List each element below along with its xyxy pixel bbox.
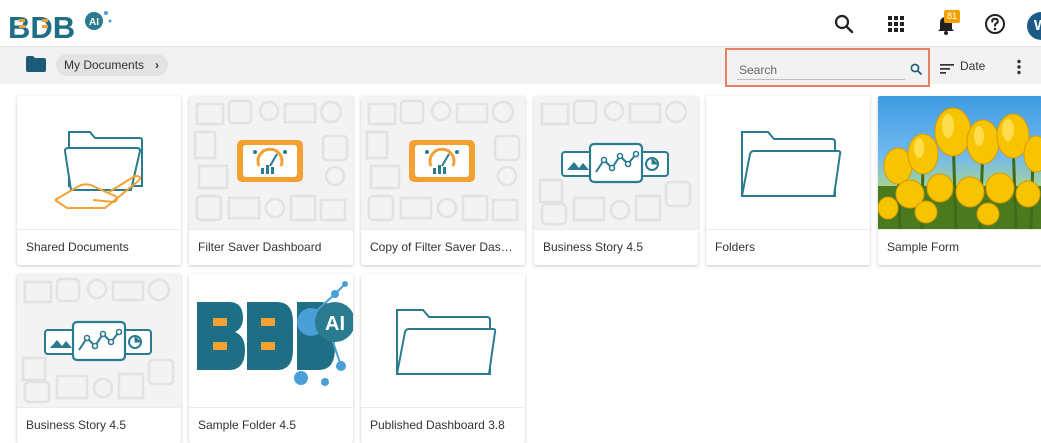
card-title: Sample Form: [878, 229, 1041, 265]
document-card[interactable]: Copy of Filter Saver Dash...: [361, 96, 525, 265]
card-title: Copy of Filter Saver Dash...: [361, 229, 525, 265]
logo-text: BDB: [8, 10, 75, 44]
folder-icon: [361, 274, 525, 407]
search-input[interactable]: [737, 61, 905, 80]
story-icon: [534, 96, 698, 229]
card-title: Filter Saver Dashboard: [189, 229, 353, 265]
sort-label: Date: [960, 59, 986, 73]
document-card[interactable]: Published Dashboard 3.8: [361, 274, 525, 443]
card-title: Published Dashboard 3.8: [361, 407, 525, 443]
dashboard-icon: [361, 96, 525, 229]
apps-grid-icon[interactable]: [884, 12, 908, 36]
document-card[interactable]: Business Story 4.5: [17, 274, 181, 443]
logo-badge: AI: [325, 313, 345, 335]
document-card[interactable]: Sample Form: [878, 96, 1041, 265]
document-card[interactable]: Folders: [706, 96, 870, 265]
search-icon[interactable]: [832, 12, 856, 36]
user-avatar[interactable]: W: [1027, 12, 1041, 40]
breadcrumb-label: My Documents: [64, 58, 145, 72]
help-icon[interactable]: [983, 12, 1007, 36]
sort-by-date-button[interactable]: Date: [940, 56, 985, 76]
card-title: Business Story 4.5: [17, 407, 181, 443]
sort-icon: [940, 61, 954, 74]
document-card[interactable]: Filter Saver Dashboard: [189, 96, 353, 265]
shared-folder-hand-icon: [17, 96, 181, 229]
tulips-image: [878, 96, 1041, 229]
folder-icon: [26, 56, 46, 72]
notifications-bell-icon[interactable]: 81: [934, 10, 961, 36]
search-icon[interactable]: [909, 62, 923, 76]
top-bar: BDB AI 81 W: [0, 0, 1041, 47]
document-card[interactable]: Shared Documents: [17, 96, 181, 265]
search-box: [725, 48, 930, 87]
bdb-ai-logo: AI: [189, 274, 353, 407]
chevron-right-icon: ›: [155, 58, 160, 72]
document-card[interactable]: Business Story 4.5: [534, 96, 698, 265]
bdb-logo[interactable]: BDB AI: [8, 8, 118, 45]
card-title: Business Story 4.5: [534, 229, 698, 265]
story-icon: [17, 274, 181, 407]
notification-count-badge: 81: [944, 10, 961, 23]
more-options-icon[interactable]: [1012, 58, 1026, 76]
card-title: Folders: [706, 229, 870, 265]
dashboard-icon: [189, 96, 353, 229]
document-card[interactable]: AI Sample Folder 4.5: [189, 274, 353, 443]
logo-badge: AI: [89, 17, 99, 28]
card-title: Shared Documents: [17, 229, 181, 265]
folder-icon: [706, 96, 870, 229]
breadcrumb[interactable]: My Documents ›: [56, 54, 169, 76]
card-title: Sample Folder 4.5: [189, 407, 353, 443]
